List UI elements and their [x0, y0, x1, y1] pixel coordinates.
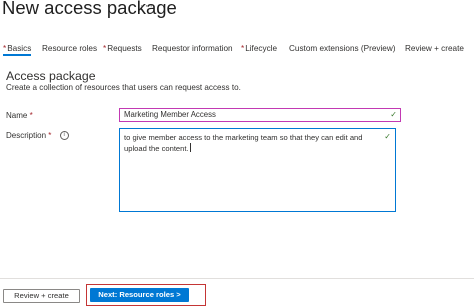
tab-review-create[interactable]: Review + create: [405, 44, 464, 53]
section-title: Access package: [6, 69, 96, 83]
tab-resource-roles[interactable]: Resource roles: [42, 44, 97, 53]
tab-bar: *Basics Resource roles *Requests Request…: [0, 44, 474, 60]
description-field[interactable]: to give member access to the marketing t…: [119, 128, 396, 212]
tab-requests[interactable]: *Requests: [103, 44, 142, 53]
tab-requestor-information[interactable]: Requestor information: [152, 44, 233, 53]
name-field[interactable]: Marketing Member Access ✓: [119, 108, 401, 122]
name-label: Name *: [6, 111, 33, 120]
info-icon[interactable]: i: [59, 131, 69, 141]
section-description: Create a collection of resources that us…: [6, 83, 241, 92]
description-label: Description * i: [6, 131, 69, 141]
review-create-button[interactable]: Review + create: [3, 289, 80, 303]
tab-lifecycle[interactable]: *Lifecycle: [241, 44, 277, 53]
tab-custom-extensions[interactable]: Custom extensions (Preview): [289, 44, 395, 53]
footer-divider: [0, 278, 474, 279]
check-icon: ✓: [384, 132, 391, 141]
check-icon: ✓: [390, 110, 397, 119]
tab-basics[interactable]: *Basics: [3, 44, 32, 56]
more-icon[interactable]: ···: [140, 0, 154, 12]
next-resource-roles-button[interactable]: Next: Resource roles >: [90, 288, 189, 302]
